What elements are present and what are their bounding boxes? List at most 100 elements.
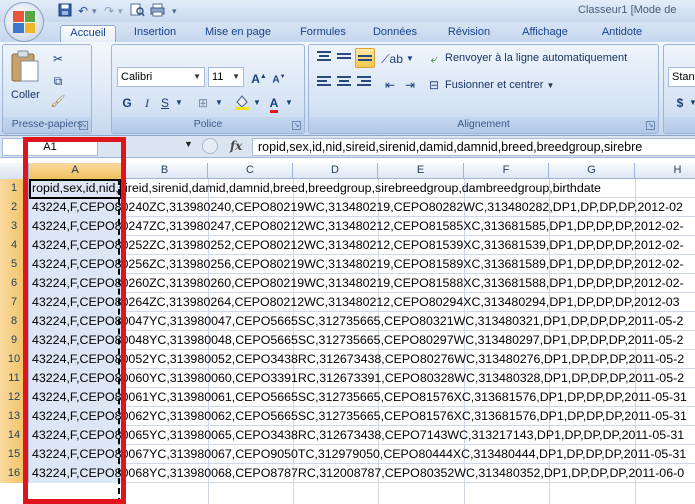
tab-affichage[interactable]: Affichage [514, 25, 576, 42]
tab-revision[interactable]: Révision [440, 25, 498, 42]
column-header-f[interactable]: F [464, 163, 549, 179]
orientation-dropdown-icon[interactable]: ▼ [405, 49, 415, 69]
font-color-dropdown-icon[interactable]: ▼ [284, 93, 294, 113]
cell-text[interactable]: 43224,F,CEPO80047YC,313980047,CEPO5665SC… [32, 312, 683, 331]
alignment-launcher-icon[interactable]: ↘ [646, 121, 655, 130]
column-header-h[interactable]: H [635, 163, 695, 179]
wrap-text-button[interactable]: Renvoyer à la ligne automatiquement [445, 52, 627, 64]
cell-text[interactable]: 43224,F,CEPO80062YC,313980062,CEPO5665SC… [32, 407, 687, 426]
tab-accueil[interactable]: Accueil [60, 25, 116, 42]
redo-icon[interactable]: ↷ [104, 3, 114, 19]
format-painter-icon[interactable]: 🖌 [49, 91, 67, 111]
decrease-indent-icon[interactable]: ⇤ [381, 75, 399, 95]
cell-text[interactable]: 43224,F,CEPO80068YC,313980068,CEPO8787RC… [32, 464, 684, 483]
cell-text[interactable]: 43224,F,CEPO80240ZC,313980240,CEPO80219W… [32, 198, 683, 217]
formula-input[interactable]: ropid,sex,id,nid,sireid,sirenid,damid,da… [252, 138, 695, 156]
align-bottom-icon[interactable] [355, 48, 375, 68]
fill-color-icon[interactable] [232, 93, 252, 113]
cell-text[interactable]: 43224,F,CEPO80252ZC,313980252,CEPO80212W… [32, 236, 684, 255]
wrap-text-icon[interactable]: ⤶ [425, 49, 443, 69]
cell-text[interactable]: 43224,F,CEPO80065YC,313980065,CEPO3438RC… [32, 426, 684, 445]
underline-dropdown-icon[interactable]: ▼ [174, 93, 184, 113]
office-logo-icon [13, 11, 35, 33]
column-header-d[interactable]: D [293, 163, 378, 179]
tab-antidote[interactable]: Antidote [594, 25, 650, 42]
ribbon-tabs: Accueil Insertion Mise en page Formules … [0, 22, 695, 42]
italic-button[interactable]: I [140, 93, 154, 113]
chevron-down-icon: ▼ [546, 81, 555, 90]
bold-button[interactable]: G [120, 93, 134, 113]
column-header-g[interactable]: G [549, 163, 635, 179]
column-header-c[interactable]: C [208, 163, 293, 179]
office-button[interactable] [4, 2, 44, 42]
paste-button[interactable]: Coller [9, 49, 43, 101]
borders-icon[interactable]: ⊞ [194, 93, 212, 113]
cell-text[interactable]: 43224,F,CEPO80260ZC,313980260,CEPO80219W… [32, 274, 684, 293]
cell-text[interactable]: 43224,F,CEPO80052YC,313980052,CEPO3438RC… [32, 350, 684, 369]
fill-color-dropdown-icon[interactable]: ▼ [252, 93, 262, 113]
font-group-label: Police [112, 117, 304, 133]
redo-dropdown-icon[interactable]: ▾ [118, 3, 123, 19]
insert-function-button[interactable]: fx [230, 139, 242, 153]
merge-center-label: Fusionner et centrer [445, 79, 544, 91]
number-format-select[interactable]: Stand [668, 67, 695, 87]
column-header-e[interactable]: E [378, 163, 464, 179]
copy-icon[interactable]: ⧉ [49, 71, 67, 91]
align-middle-icon[interactable] [335, 49, 353, 69]
clipboard-group-label: Presse-papiers [3, 117, 91, 133]
number-group-label [664, 117, 695, 133]
formula-bar-separator-icon [202, 138, 218, 154]
font-group: Calibri ▼ 11 ▼ A▲ A▼ G I S ▼ ⊞ ▼ ▼ A ▼ P… [111, 44, 305, 134]
align-right-icon[interactable] [355, 75, 373, 95]
cut-icon[interactable]: ✂ [49, 49, 67, 69]
alignment-group-label: Alignement [309, 117, 658, 133]
grow-font-icon[interactable]: A▲ [250, 67, 268, 87]
font-size-select[interactable]: 11 ▼ [208, 67, 244, 87]
undo-dropdown-icon[interactable]: ▾ [92, 3, 97, 19]
chevron-down-icon: ▼ [193, 72, 201, 81]
alignment-group: ⟋ab ▼ ⤶ Renvoyer à la ligne automatiquem… [308, 44, 659, 134]
currency-dropdown-icon[interactable]: ▼ [688, 93, 695, 113]
align-center-icon[interactable] [335, 75, 353, 95]
customize-quick-access-icon[interactable]: ▾ [172, 3, 177, 19]
shrink-font-icon[interactable]: A▼ [270, 67, 288, 87]
cell-text[interactable]: 43224,F,CEPO80247ZC,313980247,CEPO80212W… [32, 217, 684, 236]
borders-dropdown-icon[interactable]: ▼ [214, 93, 224, 113]
align-top-icon[interactable] [315, 49, 333, 69]
underline-button[interactable]: S [158, 93, 172, 113]
cell-text[interactable]: 43224,F,CEPO80264ZC,313980264,CEPO80212W… [32, 293, 680, 312]
column-header-b[interactable]: B [122, 163, 208, 179]
cell-text[interactable]: 43224,F,CEPO80061YC,313980061,CEPO5665SC… [32, 388, 687, 407]
print-preview-icon[interactable] [130, 3, 145, 19]
tab-donnees[interactable]: Données [366, 25, 424, 42]
tab-insertion[interactable]: Insertion [124, 25, 186, 42]
cell-text[interactable]: 43224,F,CEPO80067YC,313980067,CEPO9050TC… [32, 445, 686, 464]
print-icon[interactable] [150, 3, 165, 19]
font-family-select[interactable]: Calibri ▼ [117, 67, 205, 87]
tab-mise-en-page[interactable]: Mise en page [196, 25, 280, 42]
clipboard-launcher-icon[interactable]: ↘ [79, 121, 88, 130]
tab-formules[interactable]: Formules [292, 25, 354, 42]
merge-center-icon[interactable]: ⊟ [425, 75, 443, 95]
align-left-icon[interactable] [315, 75, 333, 95]
number-group: Stand $ ▼ [663, 44, 695, 134]
increase-indent-icon[interactable]: ⇥ [401, 75, 419, 95]
annotation-highlight-box [23, 137, 126, 504]
font-launcher-icon[interactable]: ↘ [292, 121, 301, 130]
font-family-value: Calibri [121, 71, 153, 83]
cell-text[interactable]: 43224,F,CEPO80060YC,313980060,CEPO3391RC… [32, 369, 684, 388]
paste-icon [11, 50, 39, 82]
cell-text[interactable]: 43224,F,CEPO80048YC,313980048,CEPO5665SC… [32, 331, 683, 350]
font-color-icon[interactable]: A [264, 93, 284, 113]
undo-icon[interactable]: ↶ [78, 3, 88, 19]
save-icon[interactable] [58, 3, 72, 19]
window-title: Classeur1 [Mode de [578, 4, 677, 16]
name-box-dropdown-icon[interactable]: ▼ [184, 139, 193, 149]
merge-center-button[interactable]: Fusionner et centrer ▼ [445, 79, 554, 91]
orientation-icon[interactable]: ⟋ab [381, 49, 403, 69]
ribbon: Coller ✂ ⧉ 🖌 Presse-papiers ↘ Calibri ▼ … [0, 42, 695, 136]
cell-text[interactable]: 43224,F,CEPO80256ZC,313980256,CEPO80219W… [32, 255, 684, 274]
font-size-value: 11 [212, 71, 224, 83]
currency-button[interactable]: $ [672, 93, 688, 113]
paste-label: Coller [11, 89, 40, 101]
